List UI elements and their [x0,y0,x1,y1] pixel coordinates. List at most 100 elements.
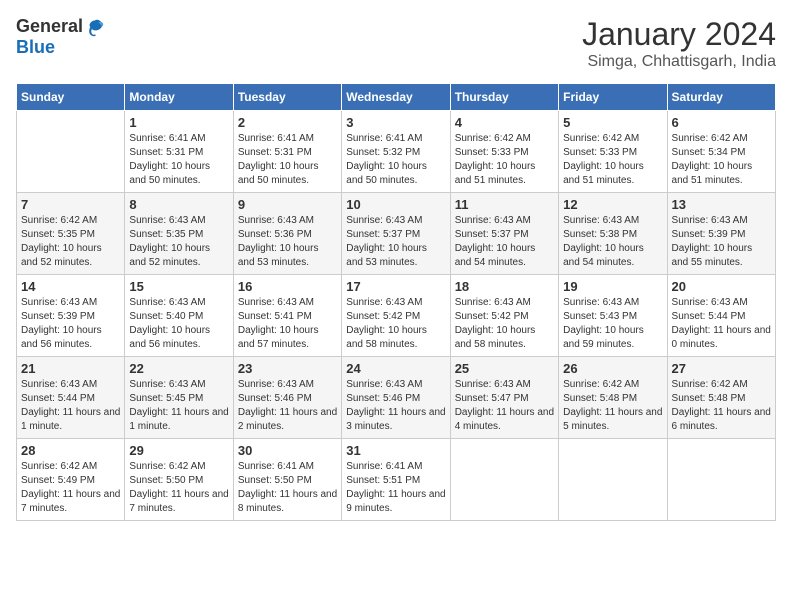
day-number: 19 [563,279,662,294]
day-info: Sunrise: 6:42 AMSunset: 5:49 PMDaylight:… [21,460,120,516]
table-row: 25Sunrise: 6:43 AMSunset: 5:47 PMDayligh… [450,357,558,439]
table-row: 12 Sunrise: 6:43 AMSunset: 5:38 PMDayligh… [559,193,667,275]
day-number: 20 [672,279,771,294]
location-subtitle: Simga, Chhattisgarh, India [582,53,776,71]
day-info: Sunrise: 6:42 AMSunset: 5:35 PMDaylight:… [21,214,120,270]
day-number: 1 [129,115,228,130]
table-row: 19 Sunrise: 6:43 AMSunset: 5:43 PMDayligh… [559,275,667,357]
day-info: Sunrise: 6:43 AMSunset: 5:46 PMDaylight:… [346,378,445,434]
table-row: 16 Sunrise: 6:43 AMSunset: 5:41 PMDayligh… [233,275,341,357]
day-info: Sunrise: 6:43 AMSunset: 5:36 PMDaylight:… [238,214,337,270]
day-info: Sunrise: 6:41 AMSunset: 5:51 PMDaylight:… [346,460,445,516]
day-number: 29 [129,443,228,458]
table-row: 18Sunrise: 6:43 AMSunset: 5:42 PMDayligh… [450,275,558,357]
day-number: 23 [238,361,337,376]
day-info: Sunrise: 6:43 AMSunset: 5:35 PMDaylight:… [129,214,228,270]
day-info: Sunrise: 6:42 AMSunset: 5:48 PMDaylight:… [563,378,662,434]
day-info: Sunrise: 6:43 AMSunset: 5:37 PMDaylight:… [455,214,554,270]
table-row: 9 Sunrise: 6:43 AMSunset: 5:36 PMDaylight… [233,193,341,275]
day-number: 28 [21,443,120,458]
day-number: 22 [129,361,228,376]
day-number: 30 [238,443,337,458]
col-tuesday: Tuesday [233,84,341,111]
day-info: Sunrise: 6:43 AMSunset: 5:44 PMDaylight:… [672,296,771,352]
title-section: January 2024 Simga, Chhattisgarh, India [582,16,776,71]
col-thursday: Thursday [450,84,558,111]
table-row: 27 Sunrise: 6:42 AMSunset: 5:48 PMDayligh… [667,357,775,439]
day-info: Sunrise: 6:42 AMSunset: 5:50 PMDaylight:… [129,460,228,516]
col-monday: Monday [125,84,233,111]
table-row: 26 Sunrise: 6:42 AMSunset: 5:48 PMDayligh… [559,357,667,439]
day-number: 12 [563,197,662,212]
day-info: Sunrise: 6:41 AMSunset: 5:31 PMDaylight:… [129,132,228,188]
table-row: 10Sunrise: 6:43 AMSunset: 5:37 PMDayligh… [342,193,450,275]
day-info: Sunrise: 6:41 AMSunset: 5:31 PMDaylight:… [238,132,337,188]
logo-blue-text: Blue [16,37,55,58]
calendar-table: Sunday Monday Tuesday Wednesday Thursday… [16,83,776,521]
day-info: Sunrise: 6:43 AMSunset: 5:41 PMDaylight:… [238,296,337,352]
table-row: 2Sunrise: 6:41 AMSunset: 5:31 PMDaylight… [233,111,341,193]
calendar-week-row: 7 Sunrise: 6:42 AMSunset: 5:35 PMDaylight… [17,193,776,275]
day-number: 5 [563,115,662,130]
table-row: 29 Sunrise: 6:42 AMSunset: 5:50 PMDayligh… [125,439,233,521]
day-info: Sunrise: 6:42 AMSunset: 5:33 PMDaylight:… [455,132,554,188]
calendar-week-row: 21Sunrise: 6:43 AMSunset: 5:44 PMDayligh… [17,357,776,439]
day-info: Sunrise: 6:42 AMSunset: 5:33 PMDaylight:… [563,132,662,188]
calendar-week-row: 28 Sunrise: 6:42 AMSunset: 5:49 PMDayligh… [17,439,776,521]
day-number: 13 [672,197,771,212]
day-number: 7 [21,197,120,212]
day-info: Sunrise: 6:43 AMSunset: 5:45 PMDaylight:… [129,378,228,434]
day-number: 15 [129,279,228,294]
table-row: 31 Sunrise: 6:41 AMSunset: 5:51 PMDayligh… [342,439,450,521]
day-info: Sunrise: 6:43 AMSunset: 5:39 PMDaylight:… [672,214,771,270]
day-info: Sunrise: 6:41 AMSunset: 5:50 PMDaylight:… [238,460,337,516]
day-number: 18 [455,279,554,294]
table-row: 7 Sunrise: 6:42 AMSunset: 5:35 PMDaylight… [17,193,125,275]
day-number: 9 [238,197,337,212]
table-row: 24 Sunrise: 6:43 AMSunset: 5:46 PMDayligh… [342,357,450,439]
table-row: 14Sunrise: 6:43 AMSunset: 5:39 PMDayligh… [17,275,125,357]
day-number: 3 [346,115,445,130]
calendar-week-row: 1 Sunrise: 6:41 AMSunset: 5:31 PMDaylight… [17,111,776,193]
table-row: 22 Sunrise: 6:43 AMSunset: 5:45 PMDayligh… [125,357,233,439]
day-number: 24 [346,361,445,376]
day-number: 8 [129,197,228,212]
table-row: 30 Sunrise: 6:41 AMSunset: 5:50 PMDayligh… [233,439,341,521]
day-info: Sunrise: 6:43 AMSunset: 5:43 PMDaylight:… [563,296,662,352]
day-info: Sunrise: 6:43 AMSunset: 5:38 PMDaylight:… [563,214,662,270]
day-info: Sunrise: 6:43 AMSunset: 5:44 PMDaylight:… [21,378,120,434]
day-info: Sunrise: 6:42 AMSunset: 5:48 PMDaylight:… [672,378,771,434]
table-row: 3 Sunrise: 6:41 AMSunset: 5:32 PMDaylight… [342,111,450,193]
table-row: 1 Sunrise: 6:41 AMSunset: 5:31 PMDaylight… [125,111,233,193]
table-row: 13 Sunrise: 6:43 AMSunset: 5:39 PMDayligh… [667,193,775,275]
col-wednesday: Wednesday [342,84,450,111]
logo-general-text: General [16,16,83,37]
day-info: Sunrise: 6:42 AMSunset: 5:34 PMDaylight:… [672,132,771,188]
day-number: 31 [346,443,445,458]
table-row: 17Sunrise: 6:43 AMSunset: 5:42 PMDayligh… [342,275,450,357]
table-row: 11 Sunrise: 6:43 AMSunset: 5:37 PMDayligh… [450,193,558,275]
table-row: 23Sunrise: 6:43 AMSunset: 5:46 PMDayligh… [233,357,341,439]
table-row: 21Sunrise: 6:43 AMSunset: 5:44 PMDayligh… [17,357,125,439]
logo: General Blue [16,16,105,58]
table-row: 15 Sunrise: 6:43 AMSunset: 5:40 PMDayligh… [125,275,233,357]
day-number: 11 [455,197,554,212]
day-info: Sunrise: 6:41 AMSunset: 5:32 PMDaylight:… [346,132,445,188]
day-info: Sunrise: 6:43 AMSunset: 5:37 PMDaylight:… [346,214,445,270]
day-number: 17 [346,279,445,294]
day-number: 6 [672,115,771,130]
month-year-title: January 2024 [582,16,776,53]
table-row: 4 Sunrise: 6:42 AMSunset: 5:33 PMDaylight… [450,111,558,193]
table-row [17,111,125,193]
day-number: 4 [455,115,554,130]
table-row: 8 Sunrise: 6:43 AMSunset: 5:35 PMDaylight… [125,193,233,275]
day-number: 16 [238,279,337,294]
day-info: Sunrise: 6:43 AMSunset: 5:40 PMDaylight:… [129,296,228,352]
day-number: 26 [563,361,662,376]
table-row: 20 Sunrise: 6:43 AMSunset: 5:44 PMDayligh… [667,275,775,357]
day-info: Sunrise: 6:43 AMSunset: 5:39 PMDaylight:… [21,296,120,352]
table-row: 6 Sunrise: 6:42 AMSunset: 5:34 PMDaylight… [667,111,775,193]
day-number: 27 [672,361,771,376]
col-sunday: Sunday [17,84,125,111]
calendar-week-row: 14Sunrise: 6:43 AMSunset: 5:39 PMDayligh… [17,275,776,357]
